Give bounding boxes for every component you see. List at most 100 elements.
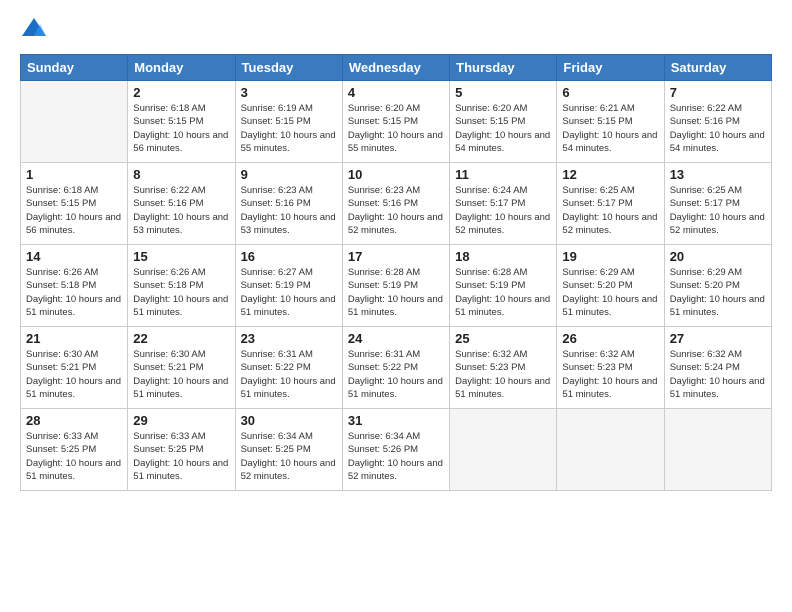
day-info: Sunrise: 6:28 AMSunset: 5:19 PMDaylight:… <box>348 266 444 319</box>
calendar-cell: 11 Sunrise: 6:24 AMSunset: 5:17 PMDayligh… <box>450 163 557 245</box>
day-info: Sunrise: 6:30 AMSunset: 5:21 PMDaylight:… <box>133 348 229 401</box>
logo-icon <box>20 16 48 44</box>
calendar-cell: 28 Sunrise: 6:33 AMSunset: 5:25 PMDayligh… <box>21 409 128 491</box>
day-info: Sunrise: 6:26 AMSunset: 5:18 PMDaylight:… <box>133 266 229 319</box>
calendar-cell: 3 Sunrise: 6:19 AMSunset: 5:15 PMDaylight… <box>235 81 342 163</box>
day-info: Sunrise: 6:23 AMSunset: 5:16 PMDaylight:… <box>348 184 444 237</box>
day-info: Sunrise: 6:28 AMSunset: 5:19 PMDaylight:… <box>455 266 551 319</box>
day-number: 9 <box>241 167 337 182</box>
calendar-row: 21 Sunrise: 6:30 AMSunset: 5:21 PMDayligh… <box>21 327 772 409</box>
day-info: Sunrise: 6:24 AMSunset: 5:17 PMDaylight:… <box>455 184 551 237</box>
weekday-header: Sunday <box>21 55 128 81</box>
calendar-cell: 24 Sunrise: 6:31 AMSunset: 5:22 PMDayligh… <box>342 327 449 409</box>
calendar-cell: 13Sunrise: 6:25 AMSunset: 5:17 PMDayligh… <box>664 163 771 245</box>
day-number: 1 <box>26 167 122 182</box>
calendar-cell: 5 Sunrise: 6:20 AMSunset: 5:15 PMDaylight… <box>450 81 557 163</box>
day-info: Sunrise: 6:29 AMSunset: 5:20 PMDaylight:… <box>562 266 658 319</box>
calendar-cell: 7 Sunrise: 6:22 AMSunset: 5:16 PMDaylight… <box>664 81 771 163</box>
day-number: 23 <box>241 331 337 346</box>
calendar-cell: 12 Sunrise: 6:25 AMSunset: 5:17 PMDayligh… <box>557 163 664 245</box>
calendar-cell: 21 Sunrise: 6:30 AMSunset: 5:21 PMDayligh… <box>21 327 128 409</box>
day-info: Sunrise: 6:18 AMSunset: 5:15 PMDaylight:… <box>26 184 122 237</box>
calendar-cell: 10 Sunrise: 6:23 AMSunset: 5:16 PMDayligh… <box>342 163 449 245</box>
calendar-cell: 17 Sunrise: 6:28 AMSunset: 5:19 PMDayligh… <box>342 245 449 327</box>
calendar-cell: 23 Sunrise: 6:31 AMSunset: 5:22 PMDayligh… <box>235 327 342 409</box>
day-info: Sunrise: 6:34 AMSunset: 5:26 PMDaylight:… <box>348 430 444 483</box>
calendar-cell: 14 Sunrise: 6:26 AMSunset: 5:18 PMDayligh… <box>21 245 128 327</box>
calendar-cell: 29Sunrise: 6:33 AMSunset: 5:25 PMDayligh… <box>128 409 235 491</box>
calendar-row: 28 Sunrise: 6:33 AMSunset: 5:25 PMDayligh… <box>21 409 772 491</box>
day-number: 18 <box>455 249 551 264</box>
calendar-cell <box>664 409 771 491</box>
weekday-header: Wednesday <box>342 55 449 81</box>
day-number: 31 <box>348 413 444 428</box>
day-info: Sunrise: 6:32 AMSunset: 5:23 PMDaylight:… <box>455 348 551 401</box>
day-info: Sunrise: 6:23 AMSunset: 5:16 PMDaylight:… <box>241 184 337 237</box>
day-info: Sunrise: 6:32 AMSunset: 5:24 PMDaylight:… <box>670 348 766 401</box>
day-info: Sunrise: 6:20 AMSunset: 5:15 PMDaylight:… <box>455 102 551 155</box>
day-number: 19 <box>562 249 658 264</box>
day-info: Sunrise: 6:25 AMSunset: 5:17 PMDaylight:… <box>562 184 658 237</box>
weekday-header-row: SundayMondayTuesdayWednesdayThursdayFrid… <box>21 55 772 81</box>
day-number: 6 <box>562 85 658 100</box>
calendar-cell: 2 Sunrise: 6:18 AMSunset: 5:15 PMDaylight… <box>128 81 235 163</box>
day-info: Sunrise: 6:19 AMSunset: 5:15 PMDaylight:… <box>241 102 337 155</box>
day-number: 7 <box>670 85 766 100</box>
day-number: 10 <box>348 167 444 182</box>
day-number: 25 <box>455 331 551 346</box>
day-number: 2 <box>133 85 229 100</box>
day-info: Sunrise: 6:26 AMSunset: 5:18 PMDaylight:… <box>26 266 122 319</box>
day-info: Sunrise: 6:22 AMSunset: 5:16 PMDaylight:… <box>670 102 766 155</box>
day-number: 20 <box>670 249 766 264</box>
day-number: 30 <box>241 413 337 428</box>
day-number: 11 <box>455 167 551 182</box>
calendar-cell: 25 Sunrise: 6:32 AMSunset: 5:23 PMDayligh… <box>450 327 557 409</box>
day-info: Sunrise: 6:32 AMSunset: 5:23 PMDaylight:… <box>562 348 658 401</box>
day-info: Sunrise: 6:20 AMSunset: 5:15 PMDaylight:… <box>348 102 444 155</box>
calendar-cell: 9 Sunrise: 6:23 AMSunset: 5:16 PMDaylight… <box>235 163 342 245</box>
calendar-cell: 22Sunrise: 6:30 AMSunset: 5:21 PMDayligh… <box>128 327 235 409</box>
day-number: 5 <box>455 85 551 100</box>
day-info: Sunrise: 6:33 AMSunset: 5:25 PMDaylight:… <box>133 430 229 483</box>
day-info: Sunrise: 6:22 AMSunset: 5:16 PMDaylight:… <box>133 184 229 237</box>
calendar-cell: 27 Sunrise: 6:32 AMSunset: 5:24 PMDayligh… <box>664 327 771 409</box>
day-info: Sunrise: 6:30 AMSunset: 5:21 PMDaylight:… <box>26 348 122 401</box>
day-number: 26 <box>562 331 658 346</box>
weekday-header: Friday <box>557 55 664 81</box>
day-number: 21 <box>26 331 122 346</box>
calendar-cell: 30 Sunrise: 6:34 AMSunset: 5:25 PMDayligh… <box>235 409 342 491</box>
day-number: 24 <box>348 331 444 346</box>
calendar-row: 14 Sunrise: 6:26 AMSunset: 5:18 PMDayligh… <box>21 245 772 327</box>
day-info: Sunrise: 6:21 AMSunset: 5:15 PMDaylight:… <box>562 102 658 155</box>
logo <box>20 16 52 44</box>
page: SundayMondayTuesdayWednesdayThursdayFrid… <box>0 0 792 612</box>
day-number: 28 <box>26 413 122 428</box>
day-info: Sunrise: 6:33 AMSunset: 5:25 PMDaylight:… <box>26 430 122 483</box>
day-number: 8 <box>133 167 229 182</box>
calendar-table: SundayMondayTuesdayWednesdayThursdayFrid… <box>20 54 772 491</box>
day-info: Sunrise: 6:18 AMSunset: 5:15 PMDaylight:… <box>133 102 229 155</box>
day-info: Sunrise: 6:31 AMSunset: 5:22 PMDaylight:… <box>241 348 337 401</box>
day-info: Sunrise: 6:34 AMSunset: 5:25 PMDaylight:… <box>241 430 337 483</box>
weekday-header: Monday <box>128 55 235 81</box>
calendar-cell: 18 Sunrise: 6:28 AMSunset: 5:19 PMDayligh… <box>450 245 557 327</box>
header <box>20 16 772 44</box>
calendar-cell: 4 Sunrise: 6:20 AMSunset: 5:15 PMDaylight… <box>342 81 449 163</box>
calendar-cell-empty <box>21 81 128 163</box>
day-info: Sunrise: 6:29 AMSunset: 5:20 PMDaylight:… <box>670 266 766 319</box>
day-number: 27 <box>670 331 766 346</box>
calendar-row: 2 Sunrise: 6:18 AMSunset: 5:15 PMDaylight… <box>21 81 772 163</box>
calendar-cell <box>450 409 557 491</box>
weekday-header: Thursday <box>450 55 557 81</box>
day-number: 12 <box>562 167 658 182</box>
day-info: Sunrise: 6:31 AMSunset: 5:22 PMDaylight:… <box>348 348 444 401</box>
day-number: 3 <box>241 85 337 100</box>
calendar-cell: 19 Sunrise: 6:29 AMSunset: 5:20 PMDayligh… <box>557 245 664 327</box>
day-info: Sunrise: 6:27 AMSunset: 5:19 PMDaylight:… <box>241 266 337 319</box>
day-number: 17 <box>348 249 444 264</box>
calendar-cell: 15 Sunrise: 6:26 AMSunset: 5:18 PMDayligh… <box>128 245 235 327</box>
day-number: 15 <box>133 249 229 264</box>
calendar-cell: 31 Sunrise: 6:34 AMSunset: 5:26 PMDayligh… <box>342 409 449 491</box>
day-number: 14 <box>26 249 122 264</box>
day-number: 4 <box>348 85 444 100</box>
